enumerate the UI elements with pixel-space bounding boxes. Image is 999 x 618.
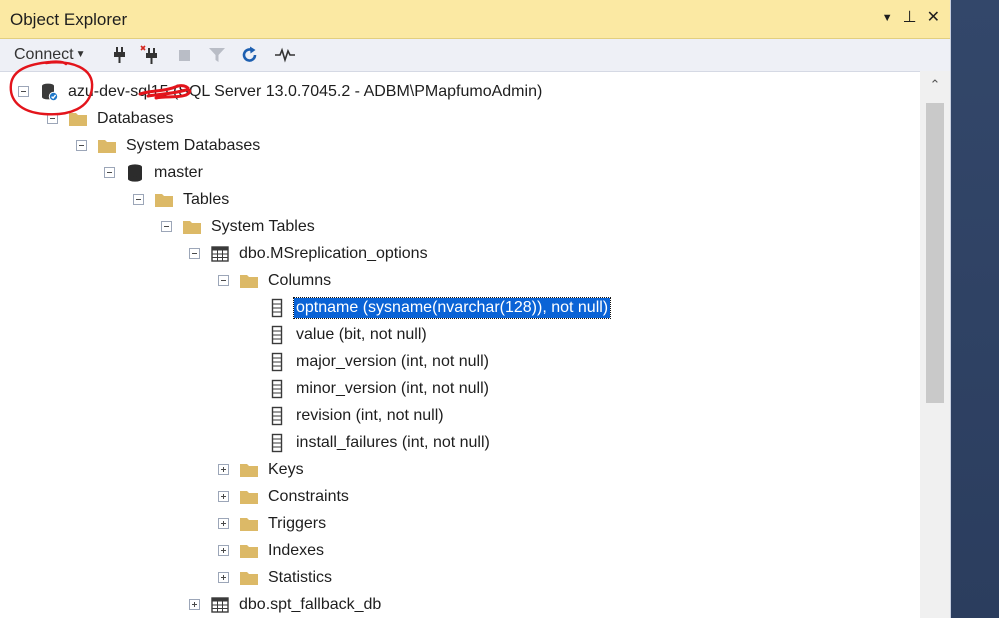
disconnect-icon[interactable]: [140, 45, 160, 65]
activity-monitor-icon[interactable]: [274, 45, 295, 65]
collapse-toggle[interactable]: [18, 86, 29, 97]
folder-icon: [68, 109, 88, 129]
tree-node-column[interactable]: major_version (int, not null): [267, 348, 491, 375]
tree-label: minor_version (int, not null): [296, 379, 489, 397]
tree-node-indexes[interactable]: Indexes: [218, 537, 326, 564]
close-icon[interactable]: ✕: [927, 8, 940, 28]
folder-icon: [239, 271, 259, 291]
expand-toggle[interactable]: [218, 464, 229, 475]
expand-toggle[interactable]: [218, 518, 229, 529]
filter-icon[interactable]: [207, 45, 227, 65]
expand-toggle[interactable]: [189, 599, 200, 610]
folder-icon: [182, 217, 202, 237]
object-explorer-panel: Object Explorer ▼ ⊥ ✕ Connect ▼ azu-dev-…: [0, 0, 951, 618]
collapse-toggle[interactable]: [133, 194, 144, 205]
server-database-icon: [39, 82, 59, 102]
tree-node-column[interactable]: revision (int, not null): [267, 402, 446, 429]
tree-label: azu-dev-sql15 (SQL Server 13.0.7045.2 - …: [68, 82, 543, 100]
folder-icon: [239, 460, 259, 480]
connect-label: Connect: [14, 46, 74, 63]
tree-node-keys[interactable]: Keys: [218, 456, 306, 483]
connect-button[interactable]: Connect ▼: [14, 46, 86, 64]
tree-node-columns[interactable]: Columns: [218, 267, 333, 294]
object-tree: azu-dev-sql15 (SQL Server 13.0.7045.2 - …: [0, 71, 920, 618]
column-icon: [267, 325, 287, 345]
collapse-toggle[interactable]: [218, 275, 229, 286]
tree-label: dbo.spt_fallback_db: [239, 595, 382, 613]
collapse-toggle[interactable]: [189, 248, 200, 259]
collapse-toggle[interactable]: [161, 221, 172, 232]
background-right: [950, 0, 999, 618]
folder-icon: [239, 514, 259, 534]
table-icon: [210, 244, 230, 264]
tree-label: install_failures (int, not null): [296, 433, 490, 451]
folder-icon: [154, 190, 174, 210]
tree-label: Triggers: [268, 514, 327, 532]
tree-label-selected: optname (sysname(nvarchar(128)), not nul…: [292, 296, 612, 319]
column-icon: [267, 298, 287, 318]
tree-node-statistics[interactable]: Statistics: [218, 564, 334, 591]
folder-icon: [97, 136, 117, 156]
collapse-toggle[interactable]: [76, 140, 87, 151]
tree-node-column[interactable]: minor_version (int, not null): [267, 375, 491, 402]
toolbar: Connect ▼: [0, 39, 950, 72]
tree-node-table-spt-fallback-db[interactable]: dbo.spt_fallback_db: [189, 591, 383, 618]
title-controls: ▼ ⊥ ✕: [882, 8, 940, 28]
folder-icon: [239, 568, 259, 588]
tree-label: Tables: [183, 190, 230, 208]
tree-label: Columns: [268, 271, 332, 289]
tree-label: System Databases: [126, 136, 261, 154]
tree-label: value (bit, not null): [296, 325, 427, 343]
tree-label: Keys: [268, 460, 304, 478]
folder-icon: [239, 487, 259, 507]
tree-label: dbo.MSreplication_options: [239, 244, 428, 262]
tree-node-triggers[interactable]: Triggers: [218, 510, 328, 537]
title-bar: Object Explorer ▼ ⊥ ✕: [0, 0, 950, 39]
column-icon: [267, 406, 287, 426]
tree-label: Indexes: [268, 541, 325, 559]
expand-toggle[interactable]: [218, 545, 229, 556]
column-icon: [267, 352, 287, 372]
expand-toggle[interactable]: [218, 491, 229, 502]
tree-label: Statistics: [268, 568, 333, 586]
tree-node-table-msreplication-options[interactable]: dbo.MSreplication_options: [189, 240, 430, 267]
tree-node-system-tables[interactable]: System Tables: [161, 213, 317, 240]
tree-label: master: [154, 163, 203, 181]
tree-label: revision (int, not null): [296, 406, 444, 424]
tree-node-server[interactable]: azu-dev-sql15 (SQL Server 13.0.7045.2 - …: [18, 78, 544, 105]
collapse-toggle[interactable]: [104, 167, 115, 178]
tree-label: major_version (int, not null): [296, 352, 489, 370]
tree-node-tables[interactable]: Tables: [133, 186, 231, 213]
scroll-thumb[interactable]: [926, 103, 944, 403]
expand-toggle[interactable]: [218, 572, 229, 583]
scroll-up-arrow-icon[interactable]: ⌃: [920, 77, 950, 95]
column-icon: [267, 433, 287, 453]
tree-node-column[interactable]: install_failures (int, not null): [267, 429, 492, 456]
tree-node-system-databases[interactable]: System Databases: [76, 132, 262, 159]
refresh-icon[interactable]: [240, 45, 260, 65]
database-icon: [125, 163, 145, 183]
tree-node-column[interactable]: value (bit, not null): [267, 321, 429, 348]
tree-node-master[interactable]: master: [104, 159, 205, 186]
table-icon: [210, 595, 230, 615]
panel-title: Object Explorer: [10, 10, 128, 29]
folder-icon: [239, 541, 259, 561]
tree-node-column[interactable]: optname (sysname(nvarchar(128)), not nul…: [267, 294, 612, 321]
connect-icon[interactable]: [110, 45, 130, 65]
stop-icon[interactable]: [175, 45, 195, 65]
tree-label: System Tables: [211, 217, 315, 235]
tree-node-constraints[interactable]: Constraints: [218, 483, 351, 510]
vertical-scrollbar[interactable]: ⌃: [920, 71, 950, 618]
column-icon: [267, 379, 287, 399]
tree-node-databases[interactable]: Databases: [47, 105, 176, 132]
collapse-toggle[interactable]: [47, 113, 58, 124]
window-position-dropdown-icon[interactable]: ▼: [882, 8, 893, 28]
tree-label: Databases: [97, 109, 174, 127]
pin-icon[interactable]: ⊥: [903, 8, 917, 28]
connect-dropdown-icon[interactable]: ▼: [76, 49, 86, 60]
tree-label: Constraints: [268, 487, 349, 505]
